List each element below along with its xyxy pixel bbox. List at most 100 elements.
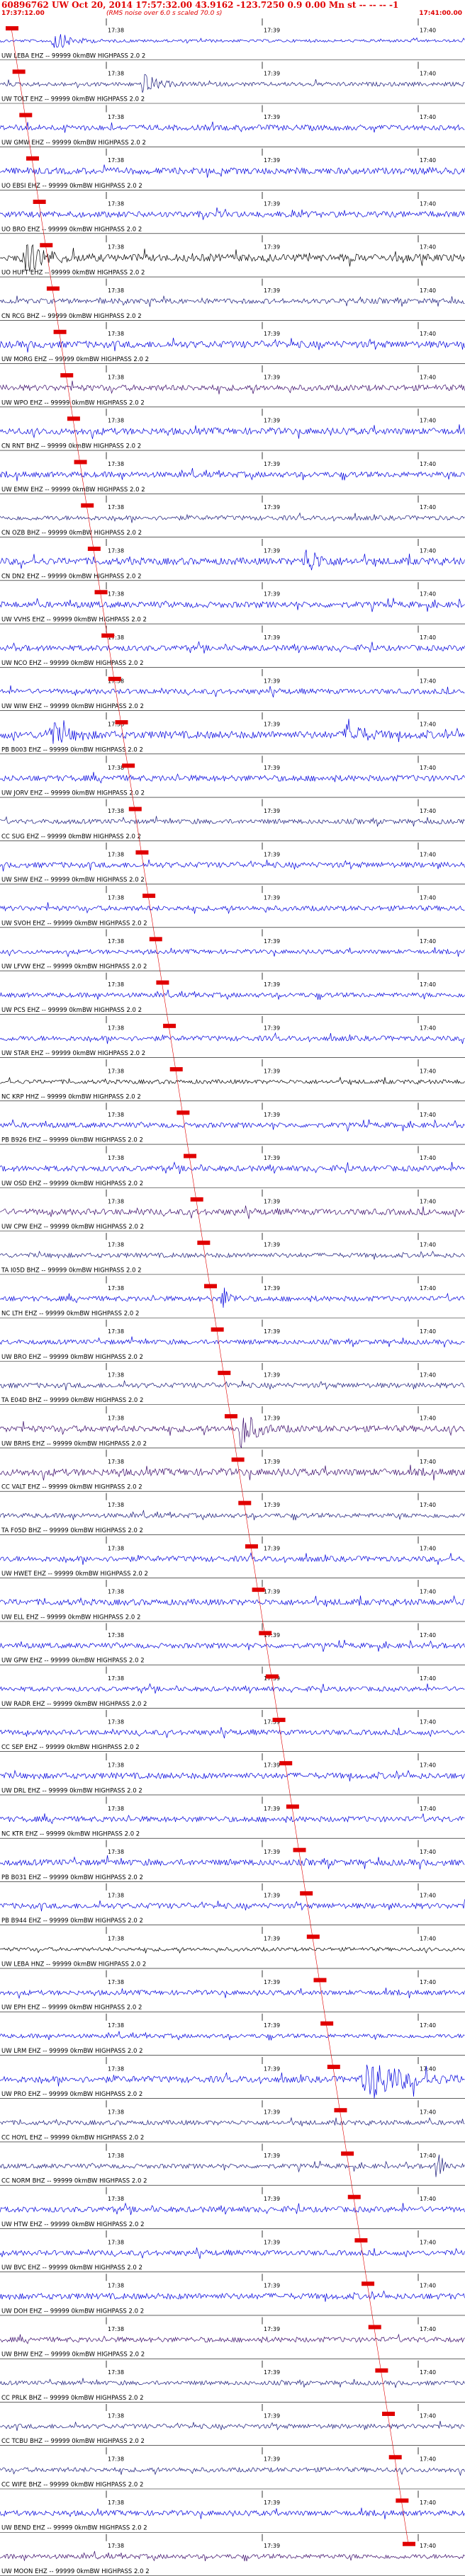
tick-label: 17:39 xyxy=(264,2412,280,2419)
tick-label: 17:40 xyxy=(420,1762,436,1769)
trace-label: CC SUG EHZ -- 99999 0kmBW HIGHPASS 2.0 2 xyxy=(1,833,141,840)
tick-label: 17:38 xyxy=(108,2196,124,2202)
phase-pick-marker xyxy=(12,69,26,74)
tick-label: 17:40 xyxy=(420,504,436,511)
tick-label: 17:38 xyxy=(108,331,124,337)
tick-label: 17:40 xyxy=(420,1589,436,1595)
waveform-trace xyxy=(0,1769,465,1782)
waveform-trace xyxy=(0,1287,465,1308)
waveform-trace xyxy=(0,1205,465,1219)
phase-pick-marker xyxy=(135,850,149,855)
phase-pick-marker xyxy=(375,2368,388,2373)
phase-pick-marker xyxy=(184,1153,197,1158)
phase-pick-marker xyxy=(115,720,128,725)
tick-label: 17:38 xyxy=(108,2109,124,2116)
trace-label: UW MORG EHZ -- 99999 0kmBW HIGHPASS 2.0 … xyxy=(1,356,149,363)
waveform-trace xyxy=(0,424,465,439)
tick-label: 17:40 xyxy=(420,27,436,33)
tick-label: 17:39 xyxy=(264,461,280,467)
tick-label: 17:39 xyxy=(264,2326,280,2332)
trace-label: UW SHW EHZ -- 99999 0kmBW HIGHPASS 2.0 2 xyxy=(1,877,145,884)
phase-pick-marker xyxy=(6,26,18,30)
phase-pick-marker xyxy=(169,1067,183,1072)
tick-label: 17:39 xyxy=(264,1545,280,1551)
tick-label: 17:38 xyxy=(108,1155,124,1161)
waveform-trace xyxy=(0,2420,465,2432)
phase-pick-marker xyxy=(238,1500,252,1505)
trace-label: CC SEP EHZ -- 99999 0kmBW HIGHPASS 2.0 2 xyxy=(1,1744,140,1751)
phase-pick-marker xyxy=(382,2411,396,2416)
waveform-trace xyxy=(0,1947,465,1954)
trace-label: UW LRM EHZ -- 99999 0kmBW HIGHPASS 2.0 2 xyxy=(1,2048,143,2055)
waveform-trace xyxy=(0,902,465,915)
phase-pick-marker xyxy=(224,1414,237,1419)
waveform-trace xyxy=(0,1682,465,1694)
tick-label: 17:38 xyxy=(108,27,124,33)
phase-pick-marker xyxy=(128,807,142,811)
phase-pick-marker xyxy=(101,633,115,638)
tick-label: 17:38 xyxy=(108,2283,124,2289)
waveform-trace xyxy=(0,685,465,697)
tick-label: 17:38 xyxy=(108,1372,124,1378)
tick-label: 17:39 xyxy=(264,1025,280,1031)
phase-pick-marker xyxy=(313,1978,327,1983)
waveform-trace xyxy=(0,598,465,612)
phase-pick-marker xyxy=(341,2151,354,2156)
waveform-trace xyxy=(0,772,465,784)
phase-pick-marker xyxy=(74,460,87,465)
tick-label: 17:38 xyxy=(108,244,124,251)
tick-label: 17:40 xyxy=(420,114,436,120)
trace-label: UW BRHS EHZ -- 99999 0kmBW HIGHPASS 2.0 … xyxy=(1,1440,147,1447)
tick-label: 17:39 xyxy=(264,1849,280,1855)
phase-pick-marker xyxy=(293,1847,306,1852)
trace-label: UW DOH EHZ -- 99999 0kmBW HIGHPASS 2.0 2 xyxy=(1,2308,144,2315)
tick-label: 17:39 xyxy=(264,504,280,511)
waveform-trace xyxy=(0,549,465,571)
tick-label: 17:40 xyxy=(420,287,436,294)
phase-pick-marker xyxy=(108,676,121,681)
tick-label: 17:40 xyxy=(420,1068,436,1075)
phase-pick-marker xyxy=(40,243,53,248)
tick-label: 17:39 xyxy=(264,2109,280,2116)
trace-label: UW WPO EHZ -- 99999 0kmBW HIGHPASS 2.0 2 xyxy=(1,399,145,406)
waveform-trace xyxy=(0,512,465,523)
tick-label: 17:39 xyxy=(264,1806,280,1812)
phase-pick-marker xyxy=(46,286,60,291)
trace-label: UW GPW EHZ -- 99999 0kmBW HIGHPASS 2.0 2 xyxy=(1,1658,145,1665)
tick-label: 17:40 xyxy=(420,1719,436,1725)
phase-pick-marker xyxy=(156,980,169,985)
waveform-trace xyxy=(0,295,465,307)
tick-label: 17:39 xyxy=(264,1892,280,1898)
phase-pick-marker xyxy=(67,416,80,421)
tick-label: 17:40 xyxy=(420,1415,436,1422)
waveform-trace xyxy=(0,2507,465,2519)
tick-label: 17:38 xyxy=(108,1112,124,1118)
phase-pick-marker xyxy=(362,2281,375,2286)
trace-label: CN RCG BHZ -- 99999 0kmBW HIGHPASS 2.0 2 xyxy=(1,313,142,320)
tick-label: 17:40 xyxy=(420,2065,436,2072)
phase-pick-marker xyxy=(320,2021,334,2026)
tick-label: 17:40 xyxy=(420,2283,436,2289)
trace-label: UW LFVW EHZ -- 99999 0kmBW HIGHPASS 2.0 … xyxy=(1,964,147,971)
trace-label: UW CPW EHZ -- 99999 0kmBW HIGHPASS 2.0 2 xyxy=(1,1224,144,1231)
phase-pick-marker xyxy=(396,2498,409,2503)
tick-label: 17:38 xyxy=(108,2369,124,2376)
tick-label: 17:39 xyxy=(264,1762,280,1769)
phase-pick-marker xyxy=(252,1588,265,1592)
waveform-trace xyxy=(0,719,465,744)
trace-label: UW GMW EHZ -- 99999 0kmBW HIGHPASS 2.0 2 xyxy=(1,139,146,147)
trace-label: UW BVC EHZ -- 99999 0kmBW HIGHPASS 2.0 2 xyxy=(1,2264,142,2272)
tick-label: 17:38 xyxy=(108,851,124,857)
tick-label: 17:38 xyxy=(108,1328,124,1335)
waveform-trace xyxy=(0,1464,465,1481)
phase-pick-marker xyxy=(177,1110,190,1115)
phase-pick-marker xyxy=(368,2325,381,2330)
tick-label: 17:39 xyxy=(264,1589,280,1595)
tick-label: 17:39 xyxy=(264,2543,280,2549)
tick-label: 17:40 xyxy=(420,1285,436,1292)
tick-label: 17:40 xyxy=(420,2153,436,2159)
tick-label: 17:38 xyxy=(108,1675,124,1682)
trace-label: PB B031 EHZ -- 99999 0kmBW HIGHPASS 2.0 … xyxy=(1,1874,143,1881)
tick-label: 17:40 xyxy=(420,1025,436,1031)
trace-label: PB B003 EHZ -- 99999 0kmBW HIGHPASS 2.0 … xyxy=(1,746,143,753)
